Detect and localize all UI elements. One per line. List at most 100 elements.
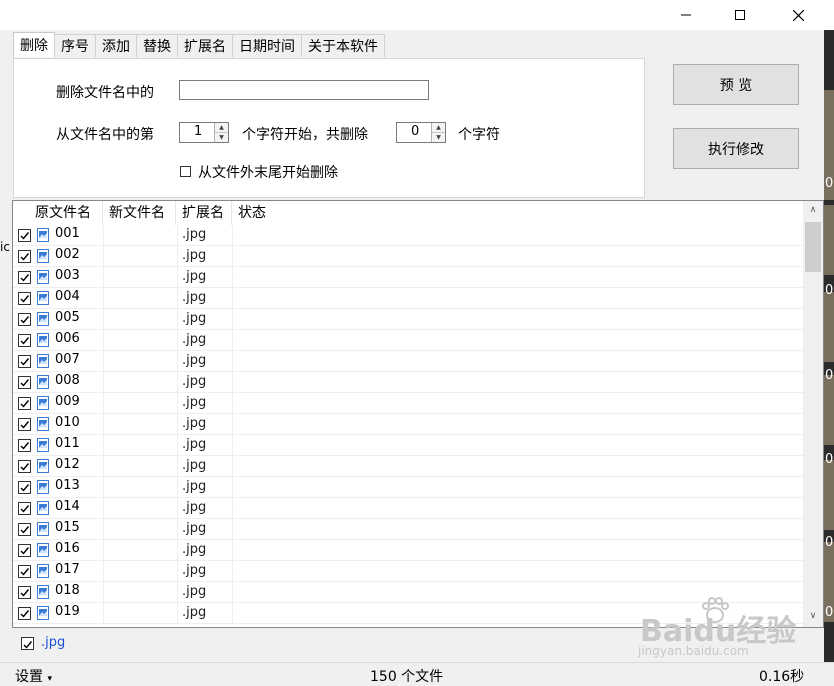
stepper-up-icon[interactable]: ▲ [432, 123, 445, 133]
stepper-down-icon[interactable]: ▼ [432, 133, 445, 142]
table-row[interactable]: 007 .jpg [13, 351, 804, 372]
file-list[interactable]: 原文件名 新文件名 扩展名 状态 001 .jpg 002 .jpg 003 .jpg 00… [12, 200, 824, 628]
maximize-button[interactable] [717, 0, 763, 30]
row-checkbox[interactable] [18, 355, 31, 368]
preview-button[interactable]: 预 览 [673, 64, 799, 105]
row-checkbox[interactable] [18, 271, 31, 284]
file-status [232, 477, 233, 497]
table-row[interactable]: 008 .jpg [13, 372, 804, 393]
tab-about[interactable]: 关于本软件 [301, 34, 385, 57]
original-file-name: 014 [55, 499, 80, 514]
start-position-stepper[interactable]: 1 ▲ ▼ [179, 122, 229, 143]
image-file-icon [37, 480, 49, 494]
settings-menu[interactable]: 设置 ▾ [15, 666, 52, 686]
table-row[interactable]: 005 .jpg [13, 309, 804, 330]
original-file-name: 011 [55, 436, 80, 451]
row-checkbox[interactable] [18, 334, 31, 347]
row-checkbox[interactable] [18, 376, 31, 389]
file-status [232, 603, 233, 623]
column-header-original-name[interactable]: 原文件名 [29, 201, 103, 225]
file-status [232, 414, 233, 434]
image-file-icon [37, 585, 49, 599]
file-extension: .jpg [182, 542, 207, 557]
row-checkbox[interactable] [18, 565, 31, 578]
table-row[interactable]: 006 .jpg [13, 330, 804, 351]
table-row[interactable]: 015 .jpg [13, 519, 804, 540]
tab-datetime[interactable]: 日期时间 [232, 34, 302, 57]
stepper-down-icon[interactable]: ▼ [215, 133, 228, 142]
stepper-up-icon[interactable]: ▲ [215, 123, 228, 133]
file-status [232, 498, 233, 518]
row-checkbox[interactable] [18, 502, 31, 515]
new-file-name [103, 435, 178, 455]
minimize-button[interactable] [663, 0, 709, 30]
original-file-name: 015 [55, 520, 80, 535]
file-extension: .jpg [182, 605, 207, 620]
row-checkbox[interactable] [18, 481, 31, 494]
tab-extension[interactable]: 扩展名 [177, 34, 233, 57]
checkmark-icon [20, 379, 30, 387]
row-checkbox[interactable] [18, 439, 31, 452]
table-row[interactable]: 003 .jpg [13, 267, 804, 288]
new-file-name [103, 414, 178, 434]
table-row[interactable]: 002 .jpg [13, 246, 804, 267]
table-row[interactable]: 014 .jpg [13, 498, 804, 519]
table-row[interactable]: 019 .jpg [13, 603, 804, 624]
column-header-new-name[interactable]: 新文件名 [103, 201, 176, 225]
background-photo [824, 205, 834, 275]
tab-add[interactable]: 添加 [95, 34, 137, 57]
file-status [232, 435, 233, 455]
row-checkbox[interactable] [18, 418, 31, 431]
original-file-name: 004 [55, 289, 80, 304]
row-checkbox[interactable] [18, 460, 31, 473]
delete-count-value: 0 [411, 124, 420, 139]
from-end-checkbox[interactable] [180, 166, 191, 177]
row-checkbox[interactable] [18, 607, 31, 620]
column-header-extension[interactable]: 扩展名 [176, 201, 232, 225]
table-row[interactable]: 017 .jpg [13, 561, 804, 582]
row-checkbox[interactable] [18, 586, 31, 599]
table-row[interactable]: 009 .jpg [13, 393, 804, 414]
image-file-icon [37, 396, 49, 410]
row-checkbox[interactable] [18, 292, 31, 305]
table-row[interactable]: 018 .jpg [13, 582, 804, 603]
image-file-icon [37, 291, 49, 305]
table-row[interactable]: 012 .jpg [13, 456, 804, 477]
original-file-name: 003 [55, 268, 80, 283]
scroll-down-icon[interactable]: ∨ [803, 607, 823, 625]
filter-extension-label[interactable]: .jpg [41, 635, 65, 650]
status-bar: 设置 ▾ 150 个文件 0.16秒 [0, 662, 834, 686]
scroll-thumb[interactable] [805, 222, 821, 272]
delete-count-stepper[interactable]: 0 ▲ ▼ [396, 122, 446, 143]
background-digit: 0 [825, 176, 834, 191]
row-checkbox[interactable] [18, 229, 31, 242]
row-checkbox[interactable] [18, 250, 31, 263]
table-row[interactable]: 010 .jpg [13, 414, 804, 435]
original-file-name: 013 [55, 478, 80, 493]
table-row[interactable]: 016 .jpg [13, 540, 804, 561]
tab-sequence[interactable]: 序号 [54, 34, 96, 57]
filter-checkbox[interactable] [21, 637, 34, 650]
row-checkbox[interactable] [18, 397, 31, 410]
row-checkbox[interactable] [18, 544, 31, 557]
checkmark-icon [20, 442, 30, 450]
close-button[interactable] [775, 0, 821, 30]
scroll-up-icon[interactable]: ∧ [803, 201, 823, 219]
table-row[interactable]: 013 .jpg [13, 477, 804, 498]
checkmark-icon [20, 547, 30, 555]
original-file-name: 007 [55, 352, 80, 367]
image-file-icon [37, 249, 49, 263]
row-checkbox[interactable] [18, 523, 31, 536]
table-row[interactable]: 011 .jpg [13, 435, 804, 456]
table-row[interactable]: 001 .jpg [13, 225, 804, 246]
row-checkbox[interactable] [18, 313, 31, 326]
delete-text-input[interactable] [179, 80, 429, 100]
tab-replace[interactable]: 替换 [136, 34, 178, 57]
checkmark-icon [23, 641, 33, 649]
settings-label: 设置 [15, 669, 43, 685]
vertical-scrollbar[interactable]: ∧ ∨ [803, 201, 823, 627]
column-header-status[interactable]: 状态 [232, 201, 332, 225]
table-row[interactable]: 004 .jpg [13, 288, 804, 309]
execute-button[interactable]: 执行修改 [673, 128, 799, 169]
tab-delete[interactable]: 删除 [13, 32, 55, 57]
